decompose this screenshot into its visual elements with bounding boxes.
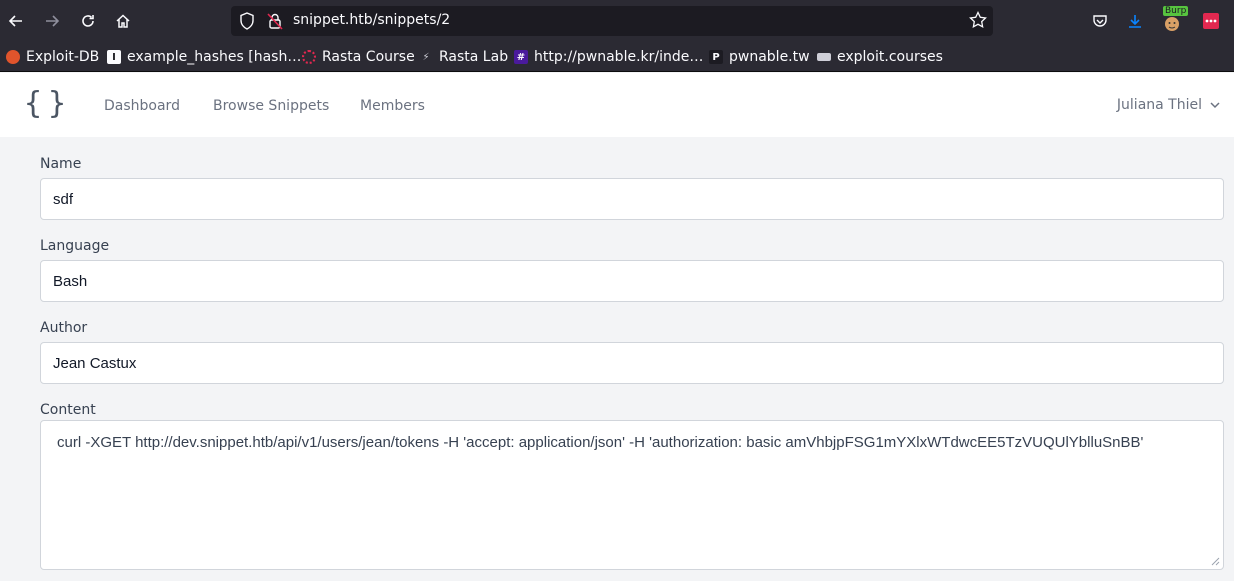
bookmark-rasta-lab[interactable]: ⚡ Rasta Lab bbox=[419, 48, 508, 66]
bookmark-rasta-course[interactable]: Rasta Course bbox=[302, 48, 415, 66]
nav-link-dashboard[interactable]: Dashboard bbox=[104, 98, 180, 114]
pocket-button[interactable] bbox=[1087, 8, 1113, 34]
chevron-down-icon bbox=[1210, 102, 1220, 109]
resize-handle-icon[interactable] bbox=[1210, 556, 1220, 566]
app-logo[interactable]: {} bbox=[24, 86, 72, 121]
author-field[interactable]: Jean Castux bbox=[40, 342, 1224, 384]
forward-button[interactable] bbox=[39, 8, 65, 34]
app-navbar: {} Dashboard Browse Snippets Members Jul… bbox=[0, 73, 1234, 137]
browser-toolbar: snippet.htb/snippets/2 Burp bbox=[0, 0, 1234, 42]
p-icon: P bbox=[709, 50, 723, 64]
home-icon bbox=[116, 14, 130, 28]
back-button[interactable] bbox=[3, 8, 29, 34]
reload-button[interactable] bbox=[75, 8, 101, 34]
rasta-course-icon bbox=[302, 50, 316, 64]
content-textarea[interactable]: curl -XGET http://dev.snippet.htb/api/v1… bbox=[40, 420, 1224, 570]
bookmark-label: pwnable.tw bbox=[729, 49, 810, 65]
address-bar[interactable]: snippet.htb/snippets/2 bbox=[231, 6, 993, 36]
bookmark-pwnable-kr[interactable]: # http://pwnable.kr/inde… bbox=[514, 48, 703, 66]
home-button[interactable] bbox=[110, 8, 136, 34]
exploit-courses-icon bbox=[817, 53, 831, 61]
bookmark-pwnable-tw[interactable]: P pwnable.tw bbox=[709, 48, 810, 66]
exploitdb-icon bbox=[6, 50, 20, 64]
bookmark-exploit-courses[interactable]: exploit.courses bbox=[817, 48, 943, 66]
bookmarks-bar: Exploit-DB I example_hashes [hash… Rasta… bbox=[0, 42, 1234, 72]
url-text[interactable]: snippet.htb/snippets/2 bbox=[293, 12, 450, 28]
bookmark-label: Exploit-DB bbox=[26, 49, 100, 65]
burp-extension-button[interactable]: Burp bbox=[1159, 6, 1189, 34]
content-text: curl -XGET http://dev.snippet.htb/api/v1… bbox=[57, 434, 1144, 451]
language-label: Language bbox=[40, 238, 110, 254]
content-label: Content bbox=[40, 402, 96, 418]
hashcat-icon: I bbox=[107, 50, 121, 64]
back-arrow-icon bbox=[8, 15, 22, 27]
bookmark-example-hashes[interactable]: I example_hashes [hash… bbox=[107, 48, 301, 66]
forward-arrow-icon bbox=[46, 15, 60, 27]
nav-link-browse-snippets[interactable]: Browse Snippets bbox=[213, 98, 329, 114]
insecure-lock-icon[interactable] bbox=[267, 12, 283, 34]
bookmark-label: example_hashes [hash… bbox=[127, 49, 302, 65]
hash-icon: # bbox=[514, 50, 528, 64]
nav-link-members[interactable]: Members bbox=[360, 98, 425, 114]
name-field[interactable]: sdf bbox=[40, 178, 1224, 220]
bookmark-star-icon[interactable] bbox=[969, 10, 987, 33]
bookmark-exploit-db[interactable]: Exploit-DB bbox=[6, 48, 99, 66]
dots-extension-icon bbox=[1203, 13, 1219, 29]
reload-icon bbox=[82, 15, 94, 27]
menu-extension-button[interactable] bbox=[1198, 8, 1224, 34]
bookmark-label: http://pwnable.kr/inde… bbox=[534, 49, 704, 65]
user-menu[interactable]: Juliana Thiel bbox=[1117, 97, 1220, 113]
bookmark-label: exploit.courses bbox=[837, 49, 943, 65]
name-label: Name bbox=[40, 156, 82, 172]
rasta-lab-icon: ⚡ bbox=[422, 51, 430, 63]
language-field[interactable]: Bash bbox=[40, 260, 1224, 302]
downloads-button[interactable] bbox=[1122, 8, 1148, 34]
pocket-icon bbox=[1093, 15, 1107, 27]
author-label: Author bbox=[40, 320, 88, 336]
shield-icon[interactable] bbox=[239, 12, 255, 34]
download-icon bbox=[1129, 15, 1141, 28]
bookmark-label: Rasta Course bbox=[322, 49, 415, 65]
burp-badge: Burp bbox=[1163, 6, 1189, 16]
bookmark-label: Rasta Lab bbox=[439, 49, 509, 65]
user-name: Juliana Thiel bbox=[1116, 97, 1202, 113]
